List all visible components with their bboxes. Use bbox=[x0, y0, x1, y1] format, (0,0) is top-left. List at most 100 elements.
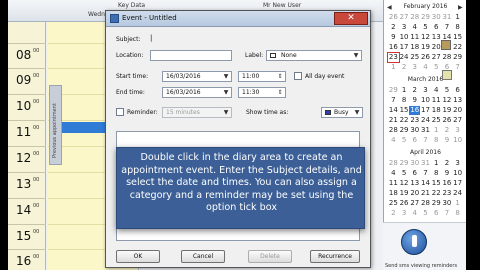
calendar-day[interactable]: 24 bbox=[399, 53, 410, 62]
end-date-field[interactable]: 16/03/2016 ▼ bbox=[162, 87, 232, 98]
calendar-day[interactable]: 11 bbox=[388, 179, 399, 188]
calendar-day[interactable]: 1 bbox=[452, 199, 463, 208]
calendar-day[interactable]: 1 bbox=[388, 63, 399, 72]
calendar-day[interactable]: 15 bbox=[399, 106, 410, 115]
calendar-day[interactable]: 29 bbox=[388, 86, 399, 95]
calendar-day[interactable]: 1 bbox=[399, 86, 410, 95]
calendar-icon[interactable] bbox=[441, 40, 451, 50]
recurrence-button[interactable]: Recurrence bbox=[310, 250, 360, 263]
calendar-day[interactable]: 16 bbox=[388, 43, 399, 52]
calendar-day[interactable]: 13 bbox=[409, 179, 420, 188]
calendar-day[interactable]: 7 bbox=[388, 96, 399, 105]
calendar-day[interactable]: 15 bbox=[431, 179, 442, 188]
calendar-day[interactable]: 9 bbox=[409, 96, 420, 105]
calendar-day[interactable]: 24 bbox=[452, 189, 463, 198]
calendar-day[interactable]: 27 bbox=[452, 116, 463, 125]
calendar-day[interactable]: 5 bbox=[431, 63, 442, 72]
calendar-day[interactable]: 27 bbox=[399, 13, 410, 22]
calendar-day[interactable]: 27 bbox=[431, 53, 442, 62]
calendar-day[interactable]: 7 bbox=[420, 136, 431, 145]
calendar-day[interactable]: 10 bbox=[420, 96, 431, 105]
calendar-day[interactable]: 23 bbox=[442, 189, 453, 198]
calendar-day[interactable]: 5 bbox=[399, 169, 410, 178]
subject-field[interactable] bbox=[150, 34, 360, 45]
calendar-day[interactable]: 29 bbox=[420, 13, 431, 22]
calendar-day[interactable]: 6 bbox=[431, 209, 442, 218]
calendar-day[interactable]: 31 bbox=[420, 126, 431, 135]
calendar-day[interactable]: 31 bbox=[442, 13, 453, 22]
calendar-day[interactable]: 8 bbox=[452, 209, 463, 218]
calendar-day[interactable]: 4 bbox=[420, 63, 431, 72]
calendar-day[interactable]: 3 bbox=[399, 209, 410, 218]
calendar-day[interactable]: 26 bbox=[388, 13, 399, 22]
calendar-day[interactable]: 4 bbox=[409, 23, 420, 32]
calendar-day[interactable]: 29 bbox=[431, 199, 442, 208]
calendar-day[interactable]: 7 bbox=[442, 23, 453, 32]
calendar-day[interactable]: 14 bbox=[420, 179, 431, 188]
calendar-day[interactable]: 22 bbox=[431, 189, 442, 198]
calendar-day[interactable]: 2 bbox=[399, 63, 410, 72]
calendar-day[interactable]: 22 bbox=[452, 43, 463, 52]
calendar-day[interactable]: 1 bbox=[431, 126, 442, 135]
calendar-day[interactable]: 30 bbox=[431, 13, 442, 22]
calendar-day[interactable]: 22 bbox=[399, 116, 410, 125]
calendar-day[interactable]: 25 bbox=[409, 53, 420, 62]
calendar-day[interactable]: 11 bbox=[409, 33, 420, 42]
calendar-day[interactable]: 5 bbox=[420, 23, 431, 32]
calendar-day[interactable]: 5 bbox=[442, 86, 453, 95]
calendar-day[interactable]: 7 bbox=[420, 169, 431, 178]
calendar-day[interactable]: 26 bbox=[442, 116, 453, 125]
calendar-day[interactable]: 2 bbox=[442, 126, 453, 135]
location-field[interactable] bbox=[150, 50, 232, 61]
calendar-day[interactable]: 4 bbox=[431, 86, 442, 95]
calendar-day[interactable]: 7 bbox=[452, 63, 463, 72]
calendar-day[interactable]: 8 bbox=[399, 96, 410, 105]
close-button[interactable]: ✕ bbox=[334, 12, 368, 25]
next-month-arrow[interactable]: ▶ bbox=[458, 4, 463, 11]
calendar-day[interactable]: 28 bbox=[442, 53, 453, 62]
reminder-checkbox[interactable] bbox=[116, 108, 124, 116]
calendar-day[interactable]: 6 bbox=[409, 169, 420, 178]
calendar-day[interactable]: 1 bbox=[431, 159, 442, 168]
calendar-day[interactable]: 25 bbox=[388, 199, 399, 208]
calendar-day[interactable]: 1 bbox=[452, 13, 463, 22]
calendar-day[interactable]: 16 bbox=[442, 179, 453, 188]
calendar-day[interactable]: 4 bbox=[388, 136, 399, 145]
delete-button[interactable]: Delete bbox=[248, 250, 292, 263]
calendar-day[interactable]: 3 bbox=[452, 126, 463, 135]
calendar-day[interactable]: 13 bbox=[452, 96, 463, 105]
calendar-day[interactable]: 23 bbox=[409, 116, 420, 125]
calendar-day[interactable]: 29 bbox=[452, 53, 463, 62]
calendar-day[interactable]: 20 bbox=[409, 189, 420, 198]
calendar-day[interactable]: 2 bbox=[442, 159, 453, 168]
start-date-field[interactable]: 16/03/2016 ▼ bbox=[162, 71, 232, 82]
calendar-day[interactable]: 30 bbox=[409, 159, 420, 168]
calendar-day[interactable]: 29 bbox=[399, 159, 410, 168]
calendar-day[interactable]: 3 bbox=[452, 159, 463, 168]
calendar-day[interactable]: 28 bbox=[388, 126, 399, 135]
calendar-day[interactable]: 2 bbox=[388, 209, 399, 218]
calendar-day[interactable]: 19 bbox=[420, 43, 431, 52]
calendar-day[interactable]: 27 bbox=[409, 199, 420, 208]
calendar-day[interactable]: 11 bbox=[431, 96, 442, 105]
calendar-day[interactable]: 28 bbox=[420, 199, 431, 208]
calendar-day[interactable]: 21 bbox=[388, 116, 399, 125]
calendar-day[interactable]: 16 bbox=[409, 106, 421, 115]
calendar-day[interactable]: 10 bbox=[452, 169, 463, 178]
calendar-day[interactable]: 6 bbox=[409, 136, 420, 145]
calendar-day[interactable]: 26 bbox=[420, 53, 431, 62]
calendar-day[interactable]: 8 bbox=[431, 136, 442, 145]
calendar-day[interactable]: 4 bbox=[388, 169, 399, 178]
calendar-day[interactable]: 10 bbox=[452, 136, 463, 145]
calendar-day[interactable]: 6 bbox=[431, 23, 442, 32]
calendar-day[interactable]: 3 bbox=[420, 86, 431, 95]
cancel-button[interactable]: Cancel bbox=[181, 250, 225, 263]
calendar-day[interactable]: 20 bbox=[431, 43, 442, 52]
previous-appointment-tab[interactable]: Previous appointment bbox=[49, 85, 62, 165]
calendar-day[interactable]: 12 bbox=[442, 96, 453, 105]
calendar-day[interactable]: 9 bbox=[388, 33, 399, 42]
phone-icon[interactable] bbox=[401, 229, 427, 255]
calendar-day[interactable]: 7 bbox=[442, 209, 453, 218]
calendar-day[interactable]: 18 bbox=[409, 43, 420, 52]
all-day-checkbox[interactable] bbox=[294, 72, 302, 80]
